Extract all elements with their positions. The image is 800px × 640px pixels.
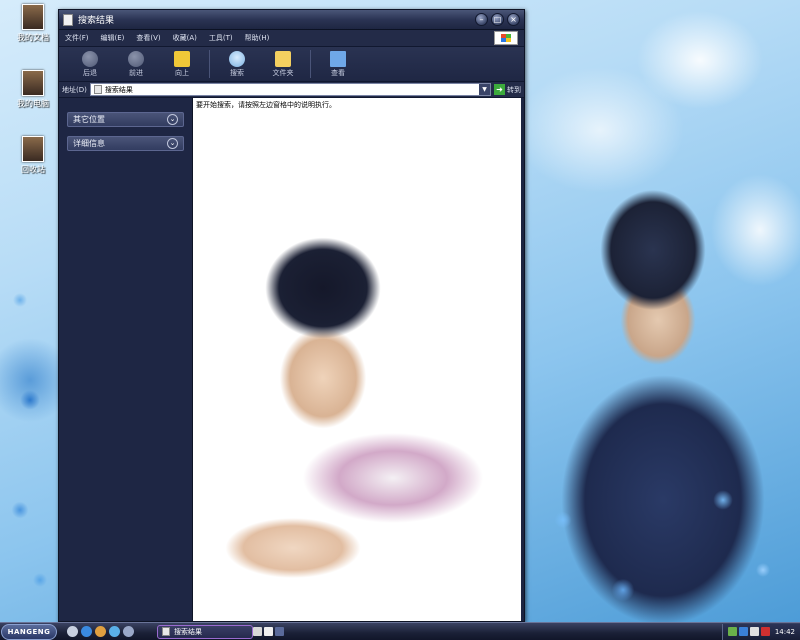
search-results-small-icon (93, 85, 102, 94)
search-hint-text: 要开始搜索，请按照左边窗格中的说明执行。 (196, 101, 336, 109)
chevron-down-icon[interactable]: ⌄ (167, 114, 178, 125)
chevron-down-icon[interactable]: ⌄ (167, 138, 178, 149)
window-title: 搜索结果 (78, 16, 115, 26)
my-documents-icon (22, 4, 44, 30)
background-photo (193, 228, 521, 621)
volume-icon[interactable] (749, 627, 759, 636)
menu-favorites[interactable]: 收藏(A) (173, 33, 197, 43)
results-pane[interactable]: 要开始搜索，请按照左边窗格中的说明执行。 (192, 98, 521, 621)
language-options-icon[interactable] (275, 627, 284, 636)
toolbar: 后退 前进 向上 搜索 文件夹 查看 (59, 47, 524, 82)
desktop-wallpaper-flowers-right (523, 460, 800, 622)
views-label: 查看 (331, 68, 345, 77)
help-icon[interactable] (264, 627, 273, 636)
desktop-icon-my-computer[interactable]: 我的电脑 (10, 70, 56, 109)
toolbar-separator (310, 50, 311, 78)
keyboard-icon[interactable] (253, 627, 262, 636)
folders-label: 文件夹 (272, 68, 294, 77)
go-button[interactable]: ➜ 转到 (494, 84, 521, 95)
views-grid-icon (330, 50, 346, 67)
taskbar-button-search-results[interactable]: 搜索结果 (157, 624, 253, 639)
search-results-window-icon (63, 13, 73, 26)
folders-icon (275, 50, 291, 67)
quick-launch (67, 626, 137, 637)
desktop-wallpaper-flowers-left (0, 260, 60, 620)
my-computer-icon (22, 70, 44, 96)
close-button[interactable]: × (507, 13, 520, 26)
go-label: 转到 (507, 85, 521, 94)
go-arrow-icon: ➜ (494, 84, 505, 95)
taskbar: HANGENG 搜索结果 14:42 (0, 622, 800, 640)
show-desktop-icon[interactable] (67, 626, 78, 637)
quick-launch-app-icon[interactable] (123, 626, 134, 637)
search-button[interactable]: 搜索 (214, 50, 260, 78)
menu-view[interactable]: 查看(V) (136, 33, 160, 43)
menu-tools[interactable]: 工具(T) (209, 33, 233, 43)
clock[interactable]: 14:42 (775, 628, 795, 636)
desktop-icon-my-documents[interactable]: 我的文档 (10, 4, 56, 43)
menu-file[interactable]: 文件(F) (65, 33, 89, 43)
maximize-button[interactable]: □ (491, 13, 504, 26)
forward-arrow-icon (128, 50, 144, 67)
folders-button[interactable]: 文件夹 (260, 50, 306, 78)
messenger-tray-icon[interactable] (738, 627, 748, 636)
explorer-window: 搜索结果 – □ × 文件(F) 编辑(E) 查看(V) 收藏(A) 工具(T)… (58, 9, 525, 622)
group-title: 其它位置 (73, 115, 105, 124)
address-label: 地址(D) (62, 85, 87, 94)
other-places-group[interactable]: 其它位置 ⌄ (67, 112, 184, 127)
recycle-bin-icon (22, 136, 44, 162)
address-bar: 地址(D) 搜索结果 ▼ ➜ 转到 (59, 82, 524, 98)
desktop-icon-label: 我的电脑 (17, 99, 49, 108)
back-arrow-icon (82, 50, 98, 67)
forward-button[interactable]: 前进 (113, 50, 159, 78)
menu-help[interactable]: 帮助(H) (245, 33, 270, 43)
back-button[interactable]: 后退 (67, 50, 113, 78)
task-pane: 其它位置 ⌄ 详细信息 ⌄ (59, 98, 192, 621)
network-icon[interactable] (727, 627, 737, 636)
search-results-small-icon (162, 627, 170, 636)
address-value: 搜索结果 (104, 85, 133, 94)
search-label: 搜索 (230, 68, 244, 77)
system-tray: 14:42 (721, 623, 800, 640)
views-button[interactable]: 查看 (315, 50, 361, 78)
details-group[interactable]: 详细信息 ⌄ (67, 136, 184, 151)
address-dropdown-button[interactable]: ▼ (479, 84, 490, 95)
title-bar[interactable]: 搜索结果 – □ × (59, 10, 524, 30)
windows-logo-icon (494, 31, 518, 45)
forward-label: 前进 (129, 68, 143, 77)
language-bar[interactable] (253, 627, 286, 636)
menu-edit[interactable]: 编辑(E) (101, 33, 125, 43)
toolbar-separator (209, 50, 210, 78)
start-button[interactable]: HANGENG (1, 623, 57, 640)
up-button[interactable]: 向上 (159, 50, 205, 78)
minimize-button[interactable]: – (475, 13, 488, 26)
desktop-icon-label: 我的文档 (17, 33, 49, 42)
back-label: 后退 (83, 68, 97, 77)
desktop-icon-recycle-bin[interactable]: 回收站 (10, 136, 56, 175)
folder-up-icon (174, 50, 190, 67)
up-label: 向上 (175, 68, 189, 77)
task-title: 搜索结果 (174, 627, 202, 636)
window-body: 其它位置 ⌄ 详细信息 ⌄ 要开始搜索，请按照左边窗格中的说明执行。 (59, 98, 524, 621)
magnifier-icon (229, 50, 245, 67)
security-alert-icon[interactable] (760, 627, 770, 636)
media-player-icon[interactable] (95, 626, 106, 637)
menu-bar: 文件(F) 编辑(E) 查看(V) 收藏(A) 工具(T) 帮助(H) (59, 30, 524, 47)
address-input[interactable]: 搜索结果 ▼ (89, 83, 491, 96)
messenger-icon[interactable] (109, 626, 120, 637)
group-title: 详细信息 (73, 139, 105, 148)
internet-explorer-icon[interactable] (81, 626, 92, 637)
desktop-icon-label: 回收站 (21, 165, 45, 174)
